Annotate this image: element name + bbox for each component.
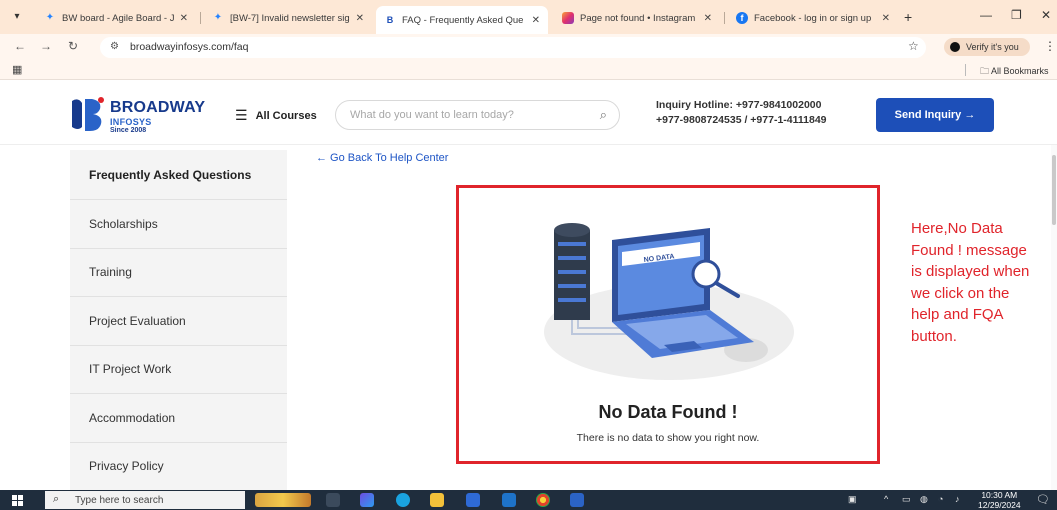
folder-icon: 🗀 — [980, 66, 990, 76]
reload-icon[interactable]: ↻ — [68, 39, 78, 53]
url-text: broadwayinfosys.com/faq — [130, 41, 249, 53]
bookmark-star-icon[interactable]: ☆ — [908, 39, 919, 53]
empty-state-title: No Data Found ! — [598, 402, 738, 422]
broadway-icon: B — [386, 15, 394, 25]
sidebar-item-project-evaluation[interactable]: Project Evaluation — [70, 297, 287, 346]
course-search-input[interactable]: What do you want to learn today? ⌕ — [335, 100, 620, 130]
tab-facebook[interactable]: f Facebook - log in or sign up ✕ — [728, 6, 898, 30]
broadway-logo[interactable]: BROADWAY INFOSYS Since 2008 — [68, 95, 218, 135]
verify-profile-button[interactable]: Verify it's you — [944, 38, 1030, 56]
file-explorer-icon[interactable] — [430, 493, 444, 507]
site-settings-icon[interactable]: ⚙ — [110, 41, 119, 52]
tab-jira-board[interactable]: ✦ BW board - Agile Board - Jir ✕ — [36, 6, 196, 30]
no-data-illustration: NO DATA — [544, 223, 794, 380]
edge-icon[interactable] — [396, 493, 410, 507]
new-tab-button[interactable]: + — [904, 9, 912, 25]
back-arrow-icon[interactable]: ← — [14, 39, 26, 53]
tab-instagram[interactable]: Page not found • Instagram ✕ — [554, 6, 720, 30]
search-icon[interactable]: ⌕ — [600, 107, 607, 123]
restore-icon[interactable]: ❐ — [1011, 8, 1022, 22]
instagram-icon — [562, 12, 574, 24]
inquiry-hotline: Inquiry Hotline: +977-9841002000 +977-98… — [656, 99, 827, 126]
taskbar-clock[interactable]: 10:30 AM 12/29/2024 — [978, 490, 1021, 510]
jira-icon: ✦ — [45, 12, 55, 23]
sidebar-item-it-project-work[interactable]: IT Project Work — [70, 346, 287, 394]
facebook-icon: f — [736, 12, 748, 24]
address-bar[interactable]: ⚙ broadwayinfosys.com/faq — [100, 37, 926, 58]
apps-grid-icon[interactable]: ▦ — [12, 63, 22, 76]
word-icon[interactable] — [570, 493, 584, 507]
sidebar-item-accommodation[interactable]: Accommodation — [70, 394, 287, 443]
bookmarks-bar: ▦ 🗀 All Bookmarks — [0, 60, 1057, 80]
browser-tab-strip: ▾ ✦ BW board - Agile Board - Jir ✕ ✦ [BW… — [0, 0, 1057, 34]
network-icon[interactable]: ◍ — [920, 494, 928, 505]
logo-text-since: Since 2008 — [110, 127, 147, 134]
logo-text-infosys: INFOSYS — [110, 117, 152, 127]
jira-icon: ✦ — [213, 12, 223, 23]
close-icon[interactable]: ✕ — [882, 13, 890, 24]
logo-mark-icon — [72, 97, 104, 131]
browser-menu-icon[interactable]: ⋮ — [1044, 39, 1056, 53]
tab-search-chevron-icon[interactable]: ▾ — [9, 9, 25, 25]
taskbar-widget-icon[interactable] — [255, 493, 311, 507]
scrollbar-thumb[interactable] — [1052, 155, 1056, 225]
sidebar-item-faq[interactable]: Frequently Asked Questions — [70, 150, 287, 200]
sidebar-item-training[interactable]: Training — [70, 249, 287, 297]
browser-toolbar: ← → ↻ ⚙ broadwayinfosys.com/faq ☆ ⋮ — [0, 34, 1057, 60]
copilot-icon[interactable] — [360, 493, 374, 507]
logo-text-broadway: BROADWAY — [110, 99, 206, 116]
go-back-link[interactable]: ← Go Back To Help Center — [316, 152, 448, 164]
no-data-card: NO DATA No Data Found ! There is no data… — [456, 185, 880, 464]
search-icon: ⌕ — [53, 493, 60, 505]
wifi-icon[interactable]: ◔ — [938, 494, 943, 504]
sidebar-item-privacy-policy[interactable]: Privacy Policy — [70, 443, 287, 491]
tray-app-icon[interactable]: ▣ — [848, 494, 857, 505]
send-inquiry-button[interactable]: Send Inquiry → — [876, 98, 994, 132]
taskbar-search-input[interactable]: ⌕ Type here to search — [45, 491, 245, 509]
close-icon[interactable]: ✕ — [532, 15, 540, 26]
volume-icon[interactable]: ♪ — [955, 494, 960, 504]
tab-jira-issue[interactable]: ✦ [BW-7] Invalid newsletter sig ✕ — [204, 6, 372, 30]
forward-arrow-icon[interactable]: → — [40, 39, 52, 53]
store-icon[interactable] — [466, 493, 480, 507]
site-header: BROADWAY INFOSYS Since 2008 ☰ All Course… — [0, 81, 1057, 145]
notifications-icon[interactable]: 🗨 — [1036, 493, 1050, 506]
hamburger-icon: ☰ — [235, 107, 248, 123]
minimize-icon[interactable]: — — [980, 8, 992, 22]
windows-start-icon[interactable] — [12, 495, 23, 506]
close-icon[interactable]: ✕ — [704, 13, 712, 24]
outlook-icon[interactable] — [502, 493, 516, 507]
window-close-icon[interactable]: ✕ — [1041, 8, 1051, 22]
task-view-icon[interactable] — [326, 493, 340, 507]
windows-taskbar: ⌕ Type here to search ▣ ^ ▭ ◍ ◔ ♪ 10:30 … — [0, 490, 1057, 510]
tray-chevron-up-icon[interactable]: ^ — [884, 494, 888, 504]
sidebar-item-scholarships[interactable]: Scholarships — [70, 200, 287, 249]
tab-faq[interactable]: B FAQ - Frequently Asked Que ✕ — [376, 6, 548, 34]
chrome-icon[interactable] — [536, 493, 550, 507]
battery-icon[interactable]: ▭ — [902, 494, 911, 505]
close-icon[interactable]: ✕ — [180, 13, 188, 24]
all-bookmarks-button[interactable]: 🗀 All Bookmarks — [980, 64, 1049, 80]
reviewer-annotation: Here,No Data Found ! message is displaye… — [911, 220, 1030, 345]
close-icon[interactable]: ✕ — [356, 13, 364, 24]
profile-avatar-icon — [950, 42, 960, 52]
faq-sidebar: Frequently Asked Questions Scholarships … — [70, 150, 287, 491]
all-courses-menu[interactable]: ☰ All Courses — [235, 107, 317, 124]
empty-state-subtitle: There is no data to show you right now. — [576, 432, 760, 444]
